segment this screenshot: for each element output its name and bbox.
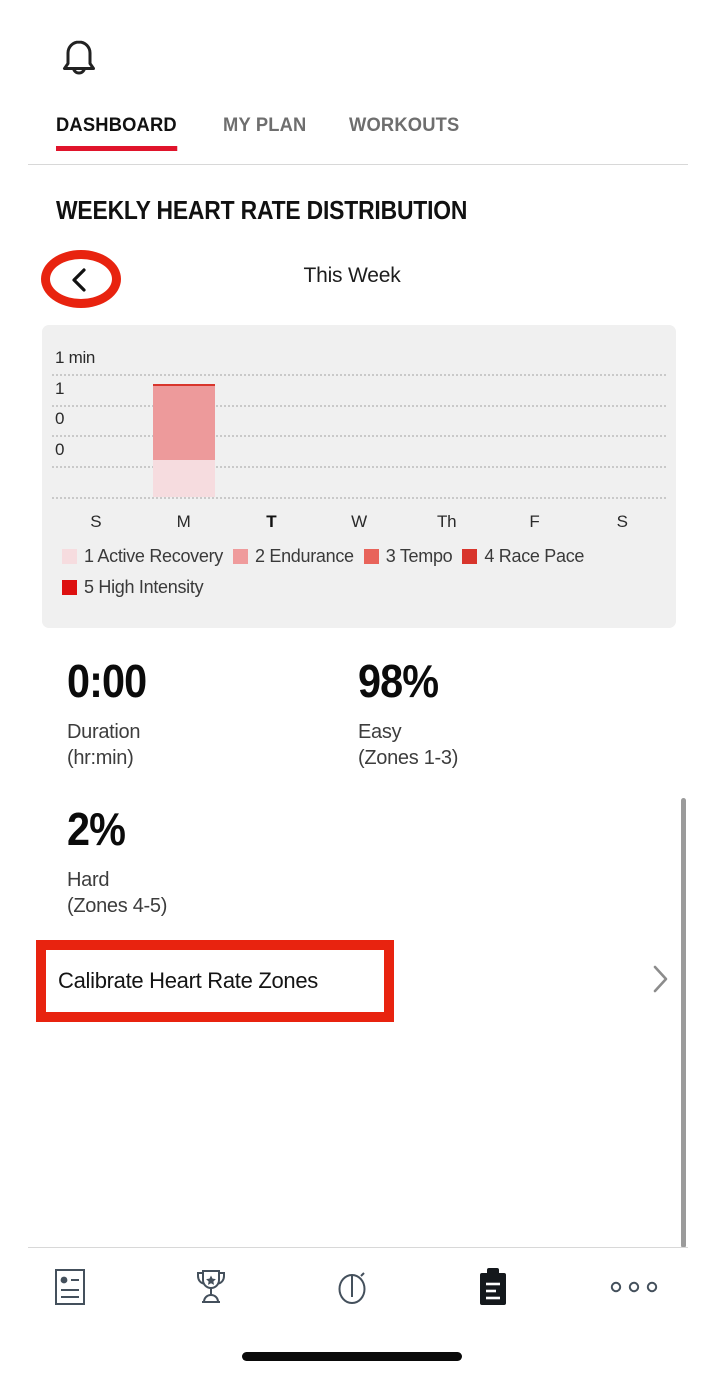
chart-bar-column bbox=[491, 325, 579, 497]
chart-bar-column bbox=[403, 325, 491, 497]
bell-icon bbox=[58, 37, 100, 83]
stat-hard-label: Hard bbox=[67, 869, 110, 891]
chart-x-tick-label: M bbox=[176, 512, 191, 531]
stat-easy-value: 98% bbox=[358, 655, 439, 707]
clipboard-icon bbox=[476, 1265, 510, 1309]
page-title: WEEKLY HEART RATE DISTRIBUTION bbox=[56, 195, 468, 225]
chart-legend-item: 2 Endurance bbox=[232, 546, 354, 567]
chart-bar-column bbox=[578, 325, 666, 497]
chart-bars bbox=[52, 325, 666, 497]
notifications-button[interactable] bbox=[58, 28, 114, 92]
trophy-icon bbox=[192, 1266, 230, 1308]
chart-legend-item: 5 High Intensity bbox=[62, 577, 204, 598]
chart-legend-swatch bbox=[62, 549, 77, 564]
stat-duration-sub: (hr:min) bbox=[67, 747, 134, 769]
nav-item-achievements[interactable] bbox=[141, 1248, 282, 1326]
tab-my-plan[interactable]: MY PLAN bbox=[223, 110, 306, 151]
stat-duration: 0:00 Duration (hr:min) bbox=[67, 655, 155, 771]
chart-legend-label: 4 Race Pace bbox=[484, 546, 585, 566]
chart-legend-item: 3 Tempo bbox=[363, 546, 453, 567]
chart-bar-stack bbox=[152, 383, 215, 497]
stat-duration-value: 0:00 bbox=[67, 655, 147, 707]
nav-item-more[interactable] bbox=[563, 1248, 704, 1326]
chart-legend-label: 5 High Intensity bbox=[84, 577, 204, 597]
chart-x-tick-label: S bbox=[90, 512, 102, 531]
stopwatch-icon bbox=[333, 1265, 371, 1309]
heart-rate-distribution-chart[interactable]: 1 min 1 0 0 S M T W Th F S 1 Active Recovery 2 End… bbox=[42, 325, 676, 628]
week-range-label: This Week bbox=[303, 264, 401, 287]
vertical-scrollbar[interactable] bbox=[681, 798, 686, 1248]
bottom-navigation bbox=[0, 1248, 704, 1326]
chevron-right-icon[interactable] bbox=[648, 962, 672, 996]
stat-hard-value: 2% bbox=[67, 803, 126, 855]
nav-item-profile[interactable] bbox=[0, 1248, 141, 1326]
chart-legend-item: 4 Race Pace bbox=[462, 546, 584, 567]
stat-easy-label: Easy bbox=[358, 721, 402, 743]
tab-dashboard[interactable]: DASHBOARD bbox=[56, 110, 177, 151]
stat-hard: 2% Hard (Zones 4-5) bbox=[67, 803, 167, 919]
more-dots-icon bbox=[606, 1277, 662, 1297]
nav-item-stopwatch[interactable] bbox=[282, 1248, 423, 1326]
tabs-divider bbox=[28, 164, 688, 165]
stat-easy-sub: (Zones 1-3) bbox=[358, 747, 459, 769]
chart-legend-label: 3 Tempo bbox=[385, 546, 453, 566]
calibrate-heart-rate-zones-label: Calibrate Heart Rate Zones bbox=[58, 968, 318, 993]
stat-easy: 98% Easy (Zones 1-3) bbox=[358, 655, 458, 771]
chart-bar-segment bbox=[152, 460, 215, 497]
chart-legend-swatch bbox=[62, 580, 77, 595]
chart-bar-column bbox=[52, 325, 140, 497]
chart-legend-swatch bbox=[363, 549, 379, 564]
chart-legend-swatch bbox=[462, 549, 478, 564]
chart-gridline bbox=[52, 497, 666, 499]
nav-item-plan[interactable] bbox=[422, 1248, 563, 1326]
chart-legend-swatch bbox=[232, 549, 248, 564]
home-indicator bbox=[242, 1352, 462, 1361]
chart-legend-item: 1 Active Recovery bbox=[62, 546, 223, 567]
chart-legend: 1 Active Recovery 2 Endurance 3 Tempo 4 Rac… bbox=[62, 546, 662, 598]
chart-legend-label: 1 Active Recovery bbox=[84, 546, 223, 566]
chart-x-tick-label: Th bbox=[437, 512, 457, 531]
chart-x-tick-label: W bbox=[351, 512, 367, 531]
chart-bar-segment bbox=[152, 386, 215, 461]
stat-duration-label: Duration bbox=[67, 721, 141, 743]
week-navigator: This Week bbox=[0, 248, 704, 312]
tab-workouts[interactable]: WORKOUTS bbox=[349, 110, 459, 151]
chart-legend-label: 2 Endurance bbox=[254, 546, 354, 566]
main-tabs: DASHBOARD MY PLAN WORKOUTS bbox=[0, 110, 704, 164]
chart-x-tick-label: F bbox=[529, 512, 540, 531]
chart-x-axis: S M T W Th F S bbox=[52, 507, 666, 541]
chart-bar-column bbox=[227, 325, 315, 497]
chart-plot-area: 1 min 1 0 0 bbox=[42, 325, 676, 505]
app-root: DASHBOARD MY PLAN WORKOUTS WEEKLY HEART … bbox=[0, 0, 704, 1374]
chart-bar-column bbox=[315, 325, 403, 497]
chart-x-tick-label: T bbox=[266, 512, 277, 531]
chart-bar-column bbox=[140, 325, 228, 497]
chart-x-tick-label: S bbox=[616, 512, 628, 531]
profile-card-icon bbox=[52, 1266, 88, 1308]
stat-hard-sub: (Zones 4-5) bbox=[67, 895, 168, 917]
